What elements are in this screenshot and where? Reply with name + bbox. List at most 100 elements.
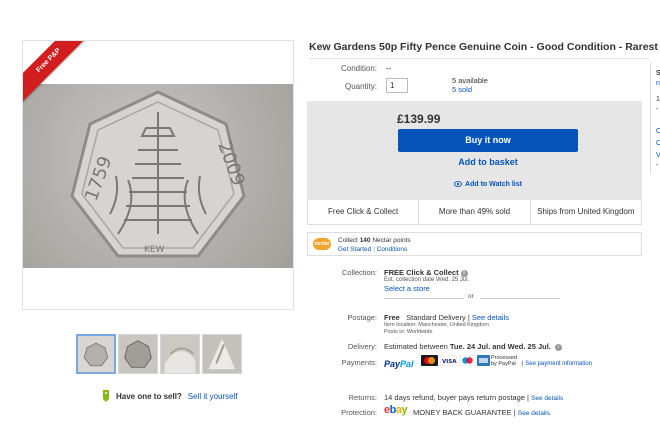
nectar-prefix: Collect xyxy=(338,237,358,244)
have-one-to-sell-label: Have one to sell? xyxy=(116,391,182,401)
paypal-pay: Pay xyxy=(384,359,401,369)
nectar-links: Get Started | Conditions xyxy=(338,246,407,253)
amex-icon xyxy=(477,355,490,366)
ebay-y: y xyxy=(401,404,408,416)
or-divider: or xyxy=(384,293,560,303)
side-text-2[interactable]: n xyxy=(656,80,660,87)
eye-icon xyxy=(454,181,463,188)
nectar-points: 140 xyxy=(359,237,371,244)
nectar-link-separator: | xyxy=(373,246,375,253)
posts-to: Posts to: Worldwide xyxy=(384,329,433,335)
side-text-6[interactable]: C xyxy=(656,140,660,147)
payments-label: Payments: xyxy=(341,358,377,367)
returns-separator: | xyxy=(527,393,529,402)
or-text: or xyxy=(468,293,474,300)
click-collect-text: FREE Click & Collect xyxy=(384,268,459,277)
money-back-guarantee: MONEY BACK GUARANTEE | See details xyxy=(413,408,550,417)
available-count: 5 available xyxy=(452,76,488,85)
watch-list-label: Add to Watch list xyxy=(465,181,522,188)
feature-strip: Free Click & Collect More than 49% sold … xyxy=(307,200,642,225)
guarantee-separator: | xyxy=(513,408,516,417)
paypal-pal: Pal xyxy=(400,359,414,369)
condition-label: Condition: xyxy=(340,64,377,73)
maestro-icon xyxy=(459,355,476,366)
buy-it-now-button[interactable]: Buy it now xyxy=(398,129,578,152)
select-store-link[interactable]: Select a store xyxy=(384,284,430,293)
side-text-3: 1 xyxy=(656,96,660,103)
add-to-watch-list-link[interactable]: Add to Watch list xyxy=(398,181,578,188)
thumbnail-strip xyxy=(76,334,242,374)
payment-link-separator: | xyxy=(522,361,524,367)
condition-value: -- xyxy=(386,64,392,73)
delivery-dates: Tue. 24 Jul. and Wed. 25 Jul. xyxy=(449,342,551,351)
guarantee-text: MONEY BACK GUARANTEE xyxy=(413,408,512,417)
delivery-label: Delivery: xyxy=(347,342,377,351)
get-started-link[interactable]: Get Started xyxy=(338,246,371,253)
mastercard-icon xyxy=(421,355,438,366)
thumbnail-4[interactable] xyxy=(202,334,242,374)
seller-side-panel: S n 1 - C C V - xyxy=(650,62,660,174)
by-paypal-text: by PayPal xyxy=(491,361,516,367)
delivery-estimate: Estimated between Tue. 24 Jul. and Wed. … xyxy=(384,342,562,351)
side-text-5[interactable]: C xyxy=(656,128,660,135)
main-coin-photo[interactable]: 1759 2009 KEW xyxy=(23,84,293,268)
svg-text:KEW: KEW xyxy=(144,245,165,255)
postage-label: Postage: xyxy=(347,313,377,322)
paypal-logo: PayPal xyxy=(384,359,414,369)
thumbnail-3[interactable] xyxy=(160,334,200,374)
postage-see-details-link[interactable]: See details xyxy=(472,313,509,322)
title-divider xyxy=(309,58,649,59)
side-text-4: - xyxy=(656,106,659,113)
svg-text:VISA: VISA xyxy=(442,359,457,365)
main-image-frame[interactable]: 1759 2009 KEW Free P&P xyxy=(22,40,294,310)
protection-label: Protection: xyxy=(341,408,377,417)
price-tag-icon xyxy=(103,390,109,402)
click-collect-title: FREE Click & Collect i xyxy=(384,268,468,277)
returns-see-details-link[interactable]: See details xyxy=(531,395,563,402)
feature-click-collect: Free Click & Collect xyxy=(308,200,420,224)
buy-box: £139.99 Buy it now Add to basket Add to … xyxy=(307,101,642,200)
nectar-suffix: Nectar points xyxy=(372,237,411,244)
returns-policy: 14 days refund, buyer pays return postag… xyxy=(384,393,563,402)
or-line-left xyxy=(384,298,464,299)
quantity-input[interactable]: 1 xyxy=(386,78,408,93)
conditions-link[interactable]: Conditions xyxy=(377,246,408,253)
delivery-info-icon[interactable]: i xyxy=(555,343,562,351)
returns-label: Returns: xyxy=(348,393,377,402)
collection-estimate: Est. collection date Wed. 25 Jul. xyxy=(384,277,470,283)
postage-method: Standard Delivery xyxy=(406,313,466,322)
sell-it-yourself-link[interactable]: Sell it yourself xyxy=(188,392,238,401)
postage-main: Free Standard Delivery | See details xyxy=(384,313,509,322)
coin-image: 1759 2009 KEW xyxy=(70,90,249,258)
side-text-7[interactable]: V xyxy=(656,152,660,159)
feature-sold-percent: More than 49% sold xyxy=(419,200,531,224)
collection-label: Collection: xyxy=(341,268,377,277)
postage-free: Free xyxy=(384,313,400,322)
postage-separator: | xyxy=(467,313,470,322)
nectar-points-text: Collect 140 Nectar points xyxy=(338,237,411,244)
payment-link-text[interactable]: See payment information xyxy=(525,361,592,367)
ebay-logo: ebay xyxy=(384,404,408,416)
delivery-prefix: Estimated between xyxy=(384,342,448,351)
returns-policy-text: 14 days refund, buyer pays return postag… xyxy=(384,393,525,402)
side-text-1: S xyxy=(656,70,660,77)
thumbnail-2[interactable] xyxy=(118,334,158,374)
sold-count-link[interactable]: 5 sold xyxy=(452,85,472,94)
processed-by-paypal: Processed by PayPal xyxy=(491,355,517,367)
item-title: Kew Gardens 50p Fifty Pence Genuine Coin… xyxy=(309,41,660,53)
payment-info-link[interactable]: | See payment information xyxy=(522,361,592,367)
price: £139.99 xyxy=(397,112,441,126)
sell-one-row: Have one to sell? Sell it yourself xyxy=(102,390,238,402)
or-line-right xyxy=(480,298,560,299)
nectar-logo: nectar xyxy=(313,238,331,250)
guarantee-see-details-link[interactable]: See details xyxy=(518,410,550,417)
item-location: Item location: Manchester, United Kingdo… xyxy=(384,322,489,328)
side-text-8: - xyxy=(656,162,659,169)
feature-ships-from: Ships from United Kingdom xyxy=(537,207,635,216)
nectar-box: nectar Collect 140 Nectar points Get Sta… xyxy=(307,232,642,256)
add-to-basket-button[interactable]: Add to basket xyxy=(398,157,578,167)
visa-icon: VISA xyxy=(440,355,457,366)
info-icon[interactable]: i xyxy=(460,269,468,277)
quantity-label: Quantity: xyxy=(344,82,377,91)
thumbnail-1[interactable] xyxy=(76,334,116,374)
